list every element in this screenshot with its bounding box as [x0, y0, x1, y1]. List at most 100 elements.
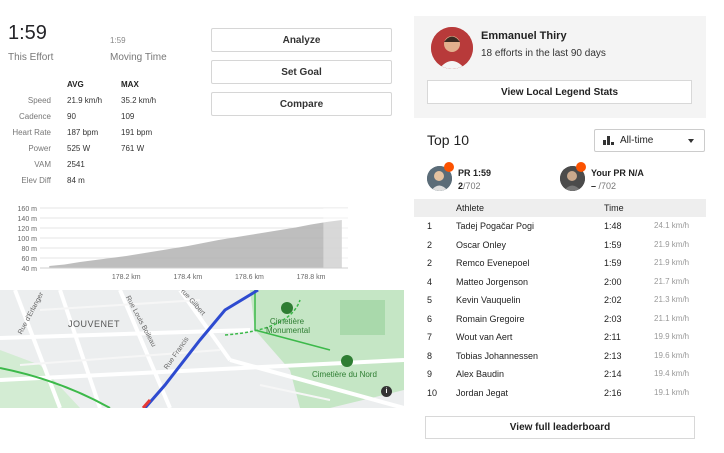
stat-max: 761 W: [121, 143, 145, 153]
your-pr-badge-icon: [576, 162, 586, 172]
y-tick-label: 40 m: [21, 266, 37, 273]
stats-row-vam: VAM 2541: [12, 156, 161, 172]
effort-time-label: This Effort: [8, 52, 54, 63]
athlete-name[interactable]: Oscar Onley: [456, 240, 506, 250]
stat-max: [121, 172, 161, 188]
athlete-name[interactable]: Kevin Vauquelin: [456, 295, 520, 305]
x-tick-label: 178.6 km: [235, 274, 264, 281]
speed-cell: 19.9 km/h: [654, 332, 690, 341]
col-athlete: Athlete: [456, 203, 485, 213]
leaderboard-row[interactable]: 7 Wout van Aert 2:11 19.9 km/h: [414, 328, 706, 346]
view-local-legend-stats-button[interactable]: View Local Legend Stats: [427, 80, 692, 104]
col-time: Time: [604, 203, 624, 213]
effort-time: 1:59: [8, 22, 47, 44]
leaderboard-row[interactable]: 5 Kevin Vauquelin 2:02 21.3 km/h: [414, 291, 706, 309]
caret-down-icon: [688, 139, 694, 143]
athlete-name[interactable]: Tobias Johannessen: [456, 351, 538, 361]
stat-avg: 90: [67, 111, 76, 121]
leaderboard-row[interactable]: 4 Matteo Jorgenson 2:00 21.7 km/h: [414, 273, 706, 291]
view-full-leaderboard-button[interactable]: View full leaderboard: [425, 416, 695, 439]
bar-chart-icon: [603, 136, 615, 145]
avg-header: AVG: [67, 79, 84, 89]
y-tick-label: 60 m: [21, 256, 37, 263]
stat-label: Elev Diff: [21, 175, 51, 185]
speed-cell: 21.7 km/h: [654, 276, 690, 286]
athlete-name[interactable]: Jordan Jegat: [456, 388, 508, 398]
max-header: MAX: [121, 79, 139, 89]
map-label-cemetery-nord: Cimetière du Nord: [312, 370, 377, 379]
rank-cell: 6: [427, 313, 433, 324]
segment-map[interactable]: JOUVENET Rue Gilbert Rue Louis Boileau R…: [0, 290, 404, 408]
athlete-name[interactable]: Remco Evenepoel: [456, 258, 530, 268]
time-cell: 2:13: [604, 350, 622, 361]
time-cell: 2:03: [604, 313, 622, 324]
analyze-button[interactable]: Analyze: [211, 28, 392, 52]
rank-cell: 4: [427, 276, 433, 287]
map-label-cemetery-monumental: Cimetière Monumental: [266, 317, 311, 335]
stat-avg: 2541: [67, 159, 85, 169]
stat-avg: 21.9 km/h: [67, 95, 103, 105]
elevation-chart: 40 m 60 m 80 m 100 m 120 m 140 m 160 m 178.2 km…: [18, 206, 348, 281]
y-tick-label: 160 m: [18, 206, 38, 213]
speed-cell: 19.6 km/h: [654, 350, 690, 360]
leaderboard-filter-select[interactable]: All-time: [594, 129, 705, 152]
stat-max: 109: [121, 111, 135, 121]
stats-row-heart-rate: Heart Rate 187 bpm 191 bpm: [12, 124, 161, 140]
leaderboard-row[interactable]: 10 Jordan Jegat 2:16 19.1 km/h: [414, 384, 706, 402]
stat-avg: 525 W: [67, 143, 91, 153]
stat-max: 35.2 km/h: [121, 95, 157, 105]
leaderboard-row[interactable]: 2 Oscar Onley 1:59 21.9 km/h: [414, 236, 706, 254]
park-area: [340, 300, 385, 335]
map-info-icon[interactable]: i: [381, 386, 392, 397]
y-tick-label: 140 m: [18, 216, 38, 223]
speed-cell: 21.9 km/h: [654, 258, 690, 267]
speed-cell: 19.4 km/h: [654, 369, 690, 378]
athlete-name[interactable]: Romain Gregoire: [456, 314, 525, 324]
athlete-name[interactable]: Wout van Aert: [456, 332, 512, 342]
leaderboard-row[interactable]: 6 Romain Gregoire 2:03 21.1 km/h: [414, 310, 706, 328]
rank-cell: 2: [427, 239, 433, 250]
athlete-name[interactable]: Matteo Jorgenson: [456, 277, 528, 287]
elevation-area: [49, 220, 342, 268]
moving-time-value: 1:59: [110, 36, 126, 45]
legend-name[interactable]: Emmanuel Thiry: [481, 30, 567, 42]
stat-avg: 84 m: [67, 175, 85, 185]
speed-cell: 21.3 km/h: [654, 295, 690, 304]
stats-header-row: AVG MAX: [12, 76, 161, 92]
leaderboard-row[interactable]: 9 Alex Baudin 2:14 19.4 km/h: [414, 365, 706, 383]
pr-rank: 2/702: [458, 181, 481, 191]
time-cell: 1:59: [604, 239, 622, 250]
time-cell: 2:14: [604, 369, 622, 379]
leaderboard-title: Top 10: [427, 132, 470, 148]
time-cell: 2:16: [604, 387, 622, 398]
speed-cell: 21.1 km/h: [654, 313, 690, 323]
leaderboard-row[interactable]: 2 Remco Evenepoel 1:59 21.9 km/h: [414, 254, 706, 272]
stat-avg: 187 bpm: [67, 127, 99, 137]
rank-cell: 9: [427, 369, 433, 379]
set-goal-button[interactable]: Set Goal: [211, 60, 392, 84]
filter-label: All-time: [620, 135, 654, 146]
compare-button[interactable]: Compare: [211, 92, 392, 116]
legend-avatar[interactable]: [431, 27, 473, 69]
time-cell: 2:02: [604, 295, 622, 305]
legend-efforts: 18 efforts in the last 90 days: [481, 48, 606, 59]
stats-row-elev-diff: Elev Diff 84 m: [12, 172, 161, 188]
time-cell: 1:48: [604, 221, 622, 231]
athlete-name[interactable]: Alex Baudin: [456, 369, 504, 379]
leaderboard-header: Athlete Time: [414, 199, 706, 217]
moving-time-label: Moving Time: [110, 52, 167, 63]
rank-cell: 2: [427, 258, 433, 268]
x-tick-label: 178.8 km: [297, 274, 326, 281]
athlete-name[interactable]: Tadej Pogačar Pogi: [456, 221, 534, 231]
leaderboard-row[interactable]: 8 Tobias Johannessen 2:13 19.6 km/h: [414, 347, 706, 365]
stat-label: Speed: [27, 95, 51, 105]
x-tick-label: 178.4 km: [173, 274, 202, 281]
y-tick-label: 80 m: [21, 246, 37, 253]
speed-cell: 19.1 km/h: [654, 387, 690, 397]
speed-cell: 21.9 km/h: [654, 239, 690, 249]
stats-row-power: Power 525 W 761 W: [12, 140, 161, 156]
stat-label: Heart Rate: [12, 127, 51, 137]
stat-label: Power: [28, 143, 51, 153]
leaderboard-row[interactable]: 1 Tadej Pogačar Pogi 1:48 24.1 km/h: [414, 217, 706, 235]
pr-label: PR 1:59: [458, 168, 492, 178]
